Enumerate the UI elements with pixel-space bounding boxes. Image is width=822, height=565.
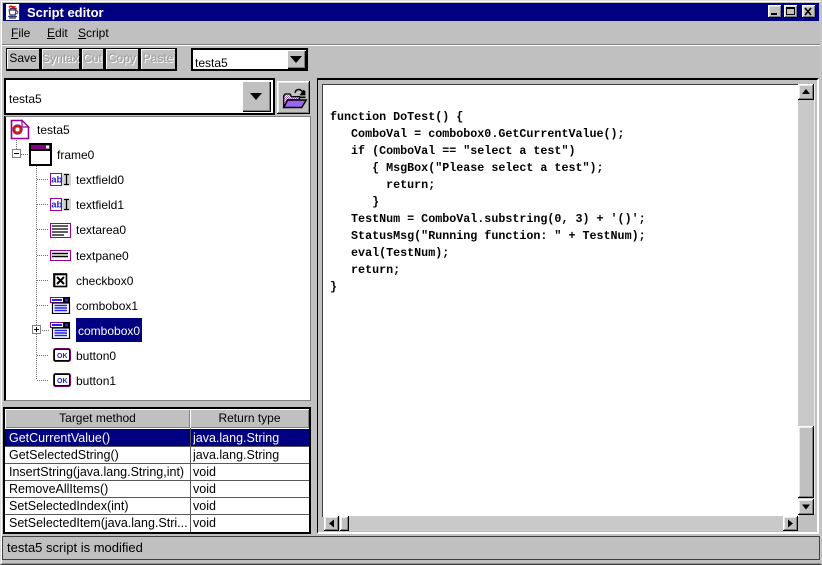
svg-text:OK: OK (57, 378, 68, 385)
svg-text:ab: ab (51, 175, 62, 186)
svg-text:OK: OK (57, 353, 68, 360)
svg-text:ab: ab (51, 200, 62, 211)
